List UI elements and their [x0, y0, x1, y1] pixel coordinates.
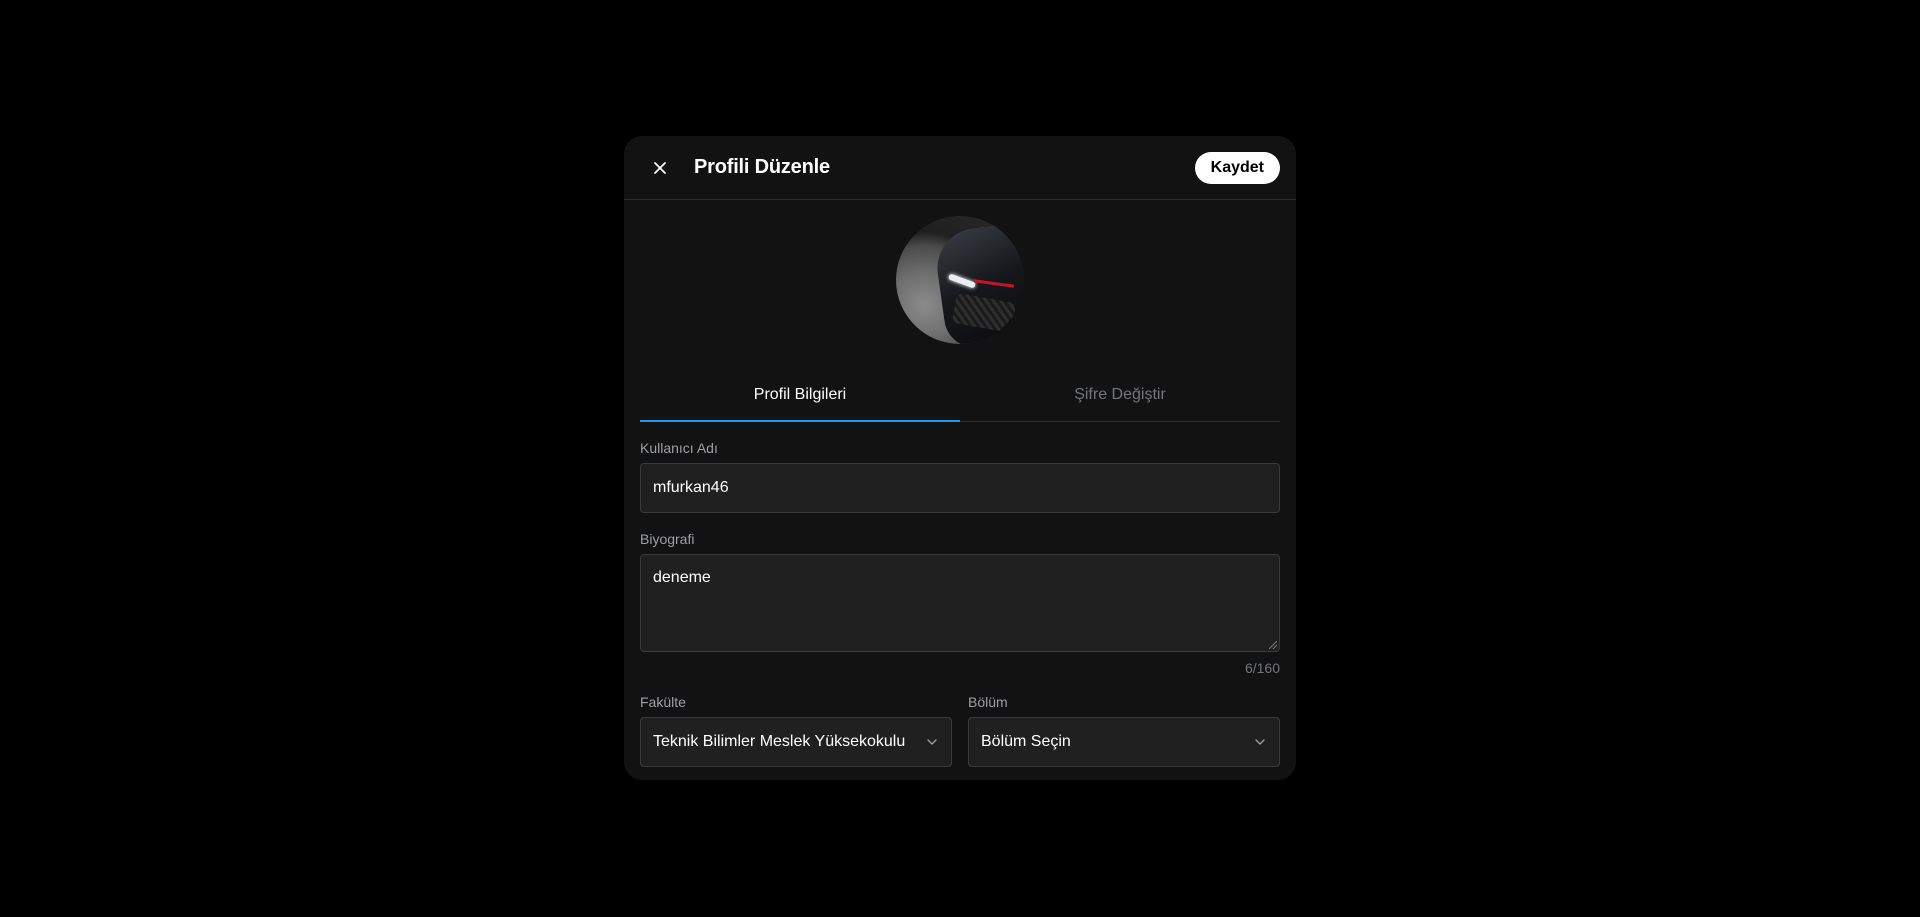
close-button[interactable]	[642, 150, 678, 186]
avatar-container	[624, 216, 1296, 344]
faculty-column: Fakülte Teknik Bilimler Meslek Yüksekoku…	[640, 676, 952, 767]
tab-bar: Profil Bilgileri Şifre Değiştir	[640, 368, 1280, 422]
department-select[interactable]: Bölüm Seçin	[968, 717, 1280, 767]
faculty-department-row: Fakülte Teknik Bilimler Meslek Yüksekoku…	[640, 676, 1280, 767]
faculty-label: Fakülte	[640, 694, 686, 710]
modal-title: Profili Düzenle	[694, 156, 830, 178]
chevron-down-icon	[927, 739, 937, 745]
tab-profile-info[interactable]: Profil Bilgileri	[640, 368, 960, 422]
bio-label: Biyografi	[640, 531, 695, 547]
username-label: Kullanıcı Adı	[640, 440, 718, 456]
tab-change-password[interactable]: Şifre Değiştir	[960, 368, 1280, 421]
department-column: Bölüm Bölüm Seçin	[968, 676, 1280, 767]
department-select-value: Bölüm Seçin	[981, 733, 1071, 750]
profile-form: Kullanıcı Adı mfurkan46 Biyografi deneme…	[624, 440, 1296, 767]
department-label: Bölüm	[968, 694, 1008, 710]
faculty-select-value: Teknik Bilimler Meslek Yüksekokulu	[653, 733, 906, 750]
bio-textarea[interactable]: deneme	[640, 554, 1280, 652]
modal-header: Profili Düzenle Kaydet	[624, 136, 1296, 200]
save-button[interactable]: Kaydet	[1194, 152, 1280, 184]
faculty-select[interactable]: Teknik Bilimler Meslek Yüksekokulu	[640, 717, 952, 767]
bio-char-counter: 6/160	[1244, 660, 1280, 676]
username-input[interactable]: mfurkan46	[640, 463, 1280, 513]
edit-profile-modal: Profili Düzenle Kaydet Profil Bilgileri …	[624, 136, 1296, 780]
bio-text: deneme	[653, 569, 711, 586]
chevron-down-icon	[1255, 739, 1265, 745]
avatar[interactable]	[896, 216, 1024, 344]
resize-handle[interactable]	[1269, 641, 1277, 649]
close-icon	[654, 161, 666, 174]
